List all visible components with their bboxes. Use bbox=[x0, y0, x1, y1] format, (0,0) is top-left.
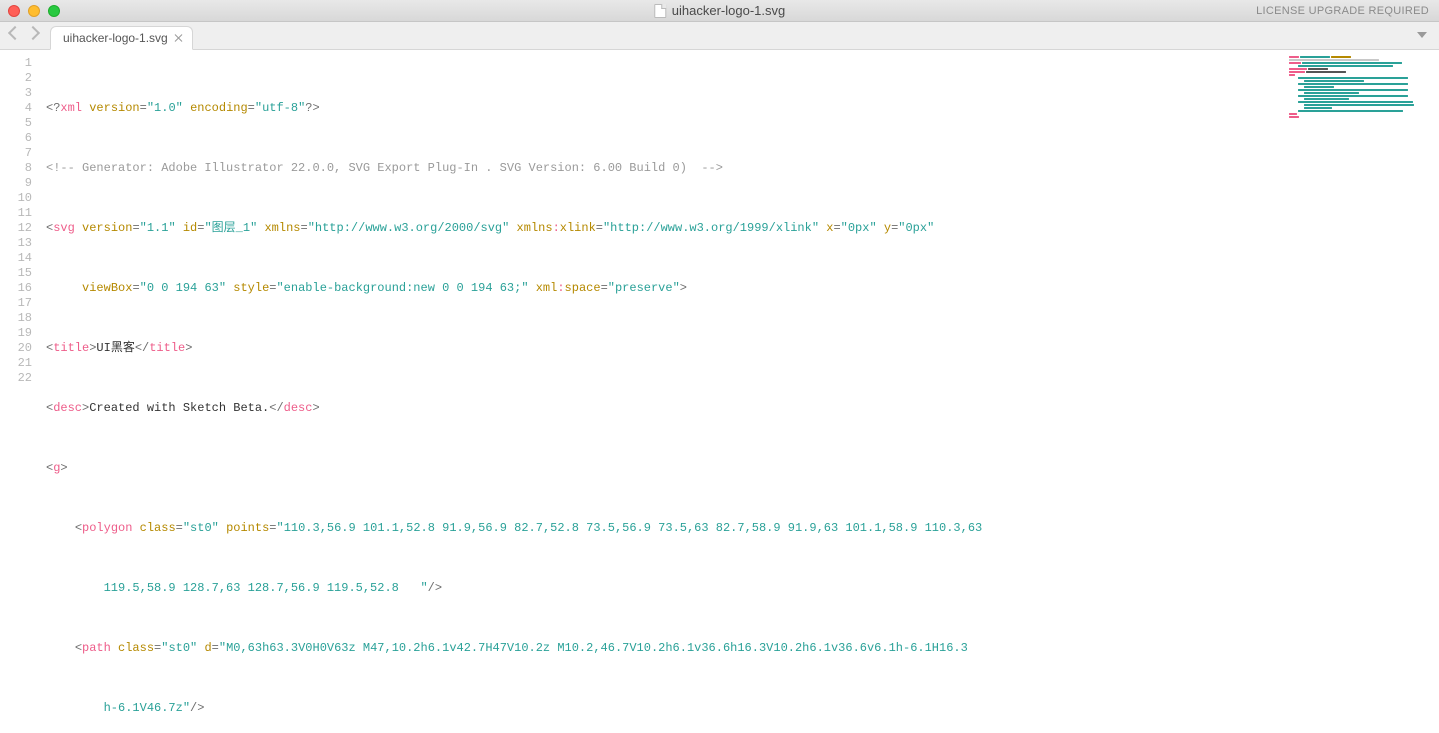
line-number: 12 bbox=[0, 221, 32, 236]
line-number: 7 bbox=[0, 146, 32, 161]
line-number: 8 bbox=[0, 161, 32, 176]
close-window-button[interactable] bbox=[8, 5, 20, 17]
window-filename: uihacker-logo-1.svg bbox=[672, 3, 785, 18]
line-number: 17 bbox=[0, 296, 32, 311]
tab-menu-icon[interactable] bbox=[1417, 32, 1427, 38]
code-area[interactable]: <?xml version="1.0" encoding="utf-8"?> <… bbox=[40, 50, 1289, 733]
forward-button[interactable] bbox=[26, 26, 40, 40]
line-number: 6 bbox=[0, 131, 32, 146]
minimap[interactable] bbox=[1289, 50, 1439, 733]
line-number: 14 bbox=[0, 251, 32, 266]
close-tab-icon[interactable] bbox=[174, 33, 184, 43]
tab-label: uihacker-logo-1.svg bbox=[63, 31, 168, 45]
code-line: viewBox="0 0 194 63" style="enable-backg… bbox=[46, 281, 1289, 296]
line-number: 9 bbox=[0, 176, 32, 191]
code-line: <g> bbox=[46, 461, 1289, 476]
line-number: 18 bbox=[0, 311, 32, 326]
back-button[interactable] bbox=[8, 26, 22, 40]
tab-bar: uihacker-logo-1.svg bbox=[0, 22, 1439, 50]
code-line: 119.5,58.9 128.7,63 128.7,56.9 119.5,52.… bbox=[46, 581, 1289, 596]
line-number: 19 bbox=[0, 326, 32, 341]
code-line: <?xml version="1.0" encoding="utf-8"?> bbox=[46, 101, 1289, 116]
line-number: 20 bbox=[0, 341, 32, 356]
history-nav bbox=[10, 28, 38, 38]
window-controls bbox=[8, 5, 60, 17]
code-line: h-6.1V46.7z"/> bbox=[46, 701, 1289, 716]
document-icon bbox=[654, 4, 666, 18]
code-line: <title>UI黑客</title> bbox=[46, 341, 1289, 356]
zoom-window-button[interactable] bbox=[48, 5, 60, 17]
line-gutter: 1 2 3 4 5 6 7 8 9 10 11 12 13 14 15 16 1… bbox=[0, 50, 40, 733]
code-line: <path class="st0" d="M0,63h63.3V0H0V63z … bbox=[46, 641, 1289, 656]
line-number: 11 bbox=[0, 206, 32, 221]
line-number: 1 bbox=[0, 56, 32, 71]
line-number: 16 bbox=[0, 281, 32, 296]
line-number: 4 bbox=[0, 101, 32, 116]
titlebar: uihacker-logo-1.svg LICENSE UPGRADE REQU… bbox=[0, 0, 1439, 22]
line-number: 15 bbox=[0, 266, 32, 281]
file-tab[interactable]: uihacker-logo-1.svg bbox=[50, 26, 193, 50]
code-line: <!-- Generator: Adobe Illustrator 22.0.0… bbox=[46, 161, 1289, 176]
editor: 1 2 3 4 5 6 7 8 9 10 11 12 13 14 15 16 1… bbox=[0, 50, 1439, 733]
line-number: 2 bbox=[0, 71, 32, 86]
line-number: 13 bbox=[0, 236, 32, 251]
license-notice[interactable]: LICENSE UPGRADE REQUIRED bbox=[1256, 5, 1429, 17]
code-line: <svg version="1.1" id="图层_1" xmlns="http… bbox=[46, 221, 1289, 236]
line-number: 21 bbox=[0, 356, 32, 371]
line-number: 22 bbox=[0, 371, 32, 386]
code-line: <polygon class="st0" points="110.3,56.9 … bbox=[46, 521, 1289, 536]
window-title: uihacker-logo-1.svg bbox=[654, 3, 785, 18]
line-number: 3 bbox=[0, 86, 32, 101]
line-number: 5 bbox=[0, 116, 32, 131]
code-line: <desc>Created with Sketch Beta.</desc> bbox=[46, 401, 1289, 416]
minimize-window-button[interactable] bbox=[28, 5, 40, 17]
line-number: 10 bbox=[0, 191, 32, 206]
